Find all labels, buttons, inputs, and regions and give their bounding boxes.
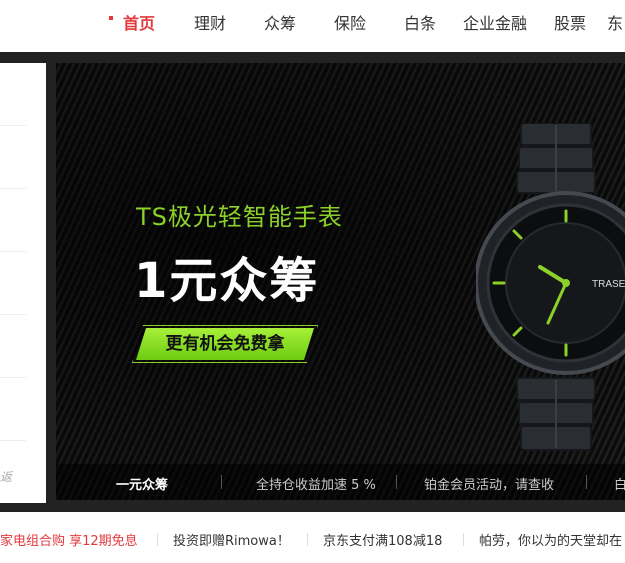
tab-platinum-member[interactable]: 铂金会员活动，请查收 (424, 474, 554, 493)
nav-item-home[interactable]: 首页 (123, 10, 155, 34)
ticker-item-palau[interactable]: 帕劳，你以为的天堂却在 (479, 530, 622, 549)
tab-position-yield[interactable]: 全持仓收益加速 5 % (256, 474, 376, 493)
ticker-divider (157, 533, 158, 546)
banner-subtitle: TS极光轻智能手表 (136, 203, 343, 231)
menu-divider (0, 251, 26, 252)
tab-divider (396, 475, 397, 489)
nav-item-wealth[interactable]: 理财 (194, 10, 226, 34)
nav-item-more[interactable]: 东 (607, 10, 623, 34)
menu-more-link[interactable]: 返 (0, 468, 12, 485)
category-menu-panel: 返 (0, 63, 46, 503)
nav-item-insurance[interactable]: 保险 (334, 10, 366, 34)
hero-banner[interactable]: TS极光轻智能手表 1元众筹 更有机会免费拿 TRASE (56, 63, 625, 500)
ticker-item-jdpay[interactable]: 京东支付满108减18 (323, 530, 442, 549)
tab-divider (221, 475, 222, 489)
banner-cta-button[interactable]: 更有机会免费拿 (136, 328, 314, 360)
nav-item-baitiao[interactable]: 白条 (404, 10, 436, 34)
ticker-divider (463, 533, 464, 546)
news-ticker: 家电组合购 享12期免息 投资即赠Rimowa！ 京东支付满108减18 帕劳，… (0, 524, 625, 554)
watch-brand-label: TRASE (592, 279, 625, 290)
banner-tabs: 一元众筹 全持仓收益加速 5 % 铂金会员活动，请查收 白 (56, 464, 625, 500)
menu-divider (0, 125, 26, 126)
nav-item-enterprise-finance[interactable]: 企业金融 (463, 10, 527, 34)
menu-divider (0, 188, 26, 189)
menu-divider (0, 377, 26, 378)
banner-headline: 1元众筹 (134, 253, 320, 309)
ticker-item-appliance[interactable]: 家电组合购 享12期免息 (0, 530, 138, 549)
nav-item-crowdfunding[interactable]: 众筹 (264, 10, 296, 34)
menu-divider (0, 440, 26, 441)
nav-item-stocks[interactable]: 股票 (554, 10, 586, 34)
tab-more[interactable]: 白 (614, 474, 625, 493)
active-indicator-dot (109, 16, 113, 20)
ticker-item-rimowa[interactable]: 投资即赠Rimowa！ (173, 530, 290, 549)
tab-one-yuan-crowdfunding[interactable]: 一元众筹 (116, 474, 168, 493)
tab-divider (586, 475, 587, 489)
ticker-divider (307, 533, 308, 546)
smartwatch-image: TRASE (476, 123, 625, 451)
top-nav: 首页 理财 众筹 保险 白条 企业金融 股票 东 (0, 0, 625, 40)
menu-divider (0, 314, 26, 315)
